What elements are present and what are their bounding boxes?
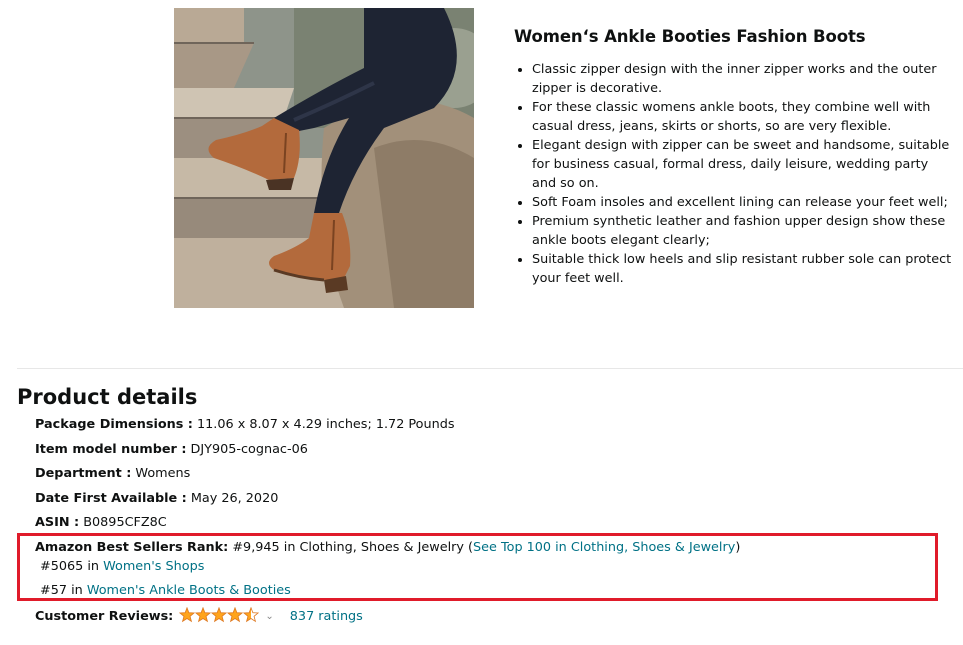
feature-item: Suitable thick low heels and slip resist… <box>532 250 954 288</box>
detail-value: 11.06 x 8.07 x 4.29 inches; 1.72 Pounds <box>192 417 455 432</box>
womens-shops-link[interactable]: Women's Shops <box>103 559 204 574</box>
detail-label: Date First Available : <box>35 491 187 506</box>
asin-row: ASIN : B0895CFZ8C <box>35 514 167 531</box>
package-dimensions-row: Package Dimensions : 11.06 x 8.07 x 4.29… <box>35 416 455 433</box>
star-rating-icon[interactable] <box>179 606 260 628</box>
main-rank-text: #9,945 in Clothing, Shoes & Jewelry ( <box>228 540 474 555</box>
detail-value: DJY905-cognac-06 <box>186 442 308 457</box>
ankle-boots-booties-link[interactable]: Women's Ankle Boots & Booties <box>87 583 291 598</box>
department-row: Department : Womens <box>35 465 190 482</box>
item-model-number-row: Item model number : DJY905-cognac-06 <box>35 441 308 458</box>
chevron-down-icon[interactable]: ⌄ <box>265 608 273 625</box>
sub-rank-text: #57 in <box>40 583 87 598</box>
detail-label: ASIN : <box>35 515 80 530</box>
section-divider <box>17 368 963 369</box>
detail-label: Item model number : <box>35 442 187 457</box>
detail-label: Amazon Best Sellers Rank: <box>35 540 229 555</box>
detail-label: Package Dimensions : <box>35 417 193 432</box>
detail-value: Womens <box>131 466 191 481</box>
feature-item: Premium synthetic leather and fashion up… <box>532 212 954 250</box>
best-sellers-rank-row: Amazon Best Sellers Rank: #9,945 in Clot… <box>35 539 740 556</box>
see-top-100-link[interactable]: See Top 100 in Clothing, Shoes & Jewelry <box>473 540 735 555</box>
feature-list: Classic zipper design with the inner zip… <box>514 60 954 288</box>
sub-rank-item: #5065 in Women's Shops <box>40 558 204 575</box>
star-icon <box>227 606 244 623</box>
product-info: Women‘s Ankle Booties Fashion Boots Clas… <box>514 26 954 288</box>
star-icon <box>179 606 196 623</box>
ratings-count-link[interactable]: 837 ratings <box>290 609 363 624</box>
product-info-title: Women‘s Ankle Booties Fashion Boots <box>514 27 866 46</box>
detail-label: Customer Reviews: <box>35 609 174 624</box>
product-details-heading: Product details <box>17 385 198 409</box>
sub-rank-text: #5065 in <box>40 559 104 574</box>
sub-rank-item: #57 in Women's Ankle Boots & Booties <box>40 582 291 599</box>
feature-item: Classic zipper design with the inner zip… <box>532 60 954 98</box>
feature-item: For these classic womens ankle boots, th… <box>532 98 954 136</box>
star-icon <box>211 606 228 623</box>
main-rank-close: ) <box>735 540 741 555</box>
customer-reviews-row: Customer Reviews: ⌄ 837 ratings <box>35 606 363 628</box>
detail-label: Department : <box>35 466 132 481</box>
feature-item: Elegant design with zipper can be sweet … <box>532 136 954 193</box>
star-icon <box>195 606 212 623</box>
product-image[interactable] <box>174 8 474 308</box>
detail-value: May 26, 2020 <box>186 491 279 506</box>
feature-item: Soft Foam insoles and excellent lining c… <box>532 193 954 212</box>
detail-value: B0895CFZ8C <box>79 515 167 530</box>
date-first-available-row: Date First Available : May 26, 2020 <box>35 490 278 507</box>
star-icon <box>243 606 260 623</box>
